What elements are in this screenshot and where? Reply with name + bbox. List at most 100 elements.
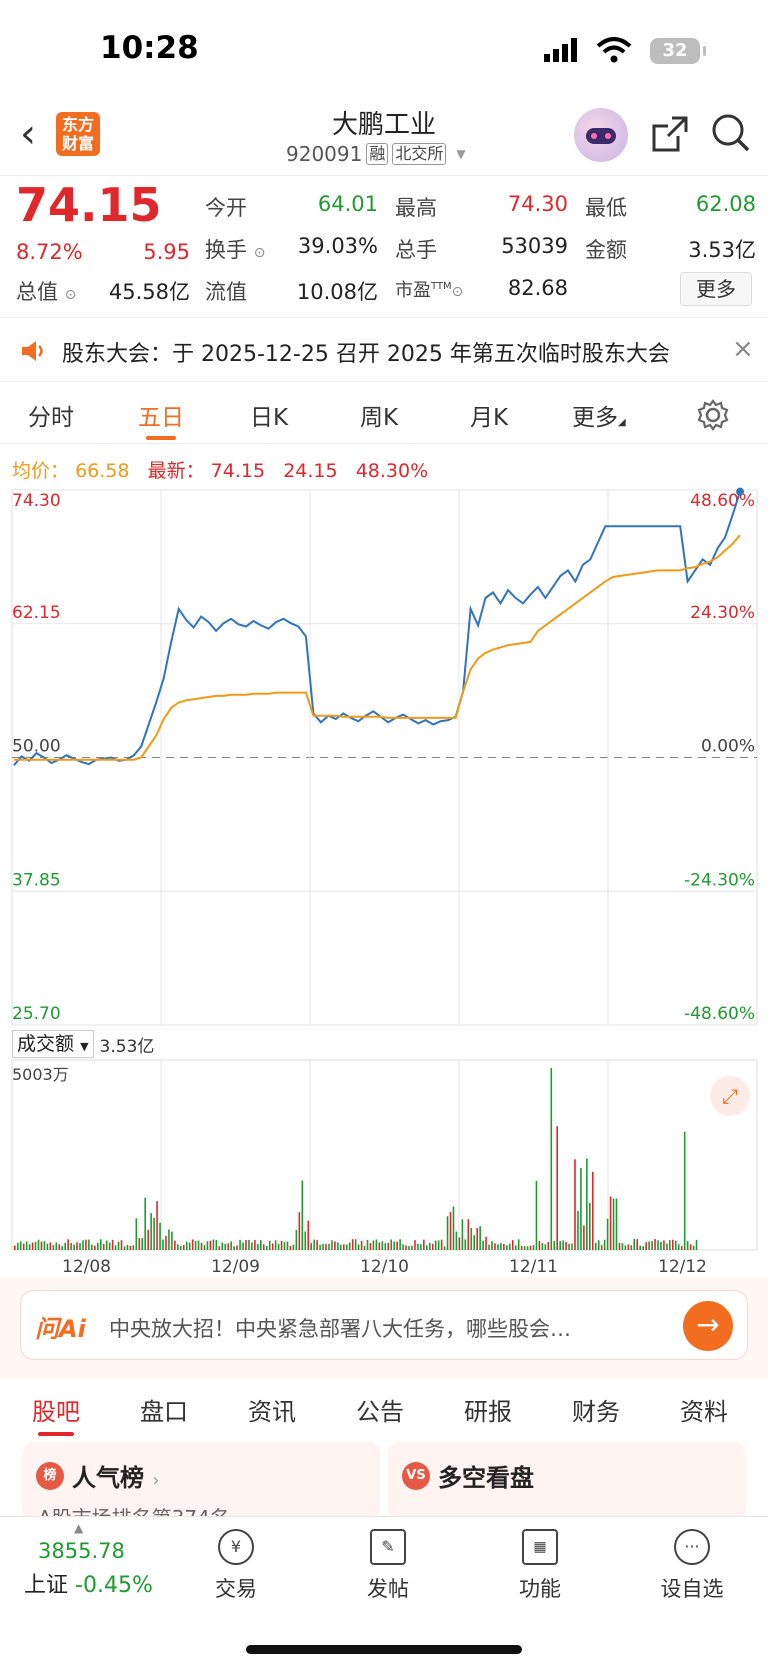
volume-bar bbox=[462, 1219, 464, 1250]
index-value[interactable]: 3855.78 bbox=[38, 1539, 125, 1563]
volume-bar bbox=[465, 1239, 467, 1250]
popularity-card[interactable]: 榜 人气榜 › A股市场排名第374名 bbox=[22, 1442, 380, 1520]
chart-tabs: 分时 五日 日K 周K 月K 更多◢ bbox=[0, 384, 768, 444]
ai-prompt-text: 中央放大招！中央紧急部署八大任务，哪些股会… bbox=[109, 1313, 571, 1343]
volume-bar bbox=[79, 1243, 81, 1250]
tab-daily-k[interactable]: 日K bbox=[250, 398, 288, 432]
tab-research[interactable]: 研报 bbox=[464, 1392, 512, 1427]
volume-bar bbox=[580, 1168, 582, 1250]
notice-bar[interactable]: 股东大会：于 2025-12-25 召开 2025 年第五次临时股东大会 × bbox=[0, 320, 768, 382]
five-day-chart[interactable]: 74.30 48.60%62.15 24.30%50.00 0.00%37.85 -24… bbox=[0, 485, 768, 1030]
volume-bar bbox=[204, 1245, 206, 1250]
x-axis-label: 12/10 bbox=[360, 1257, 409, 1277]
tab-weekly-k[interactable]: 周K bbox=[360, 398, 398, 432]
volume-bar bbox=[633, 1239, 635, 1250]
tab-monthly-k[interactable]: 月K bbox=[470, 398, 508, 432]
tab-profile[interactable]: 资料 bbox=[680, 1392, 728, 1427]
volume-bar bbox=[470, 1228, 472, 1250]
volume-bar bbox=[313, 1240, 315, 1250]
y-axis-label-right: 0.00% bbox=[701, 737, 755, 757]
caret-up-icon[interactable]: ▲ bbox=[74, 1521, 83, 1535]
volume-bar bbox=[367, 1240, 369, 1250]
long-short-card[interactable]: VS 多空看盘 bbox=[388, 1442, 746, 1520]
volume-bar bbox=[210, 1241, 212, 1250]
x-axis-label: 12/09 bbox=[211, 1257, 260, 1277]
volume-bar bbox=[156, 1201, 158, 1250]
volume-bar bbox=[601, 1245, 603, 1250]
volume-bar bbox=[509, 1244, 511, 1250]
tab-news[interactable]: 资讯 bbox=[248, 1392, 296, 1427]
volume-bar bbox=[44, 1241, 46, 1250]
volume-bar bbox=[592, 1172, 594, 1250]
clock: 10:28 bbox=[100, 30, 199, 66]
volume-bar bbox=[610, 1197, 612, 1250]
ai-section: 问Ai 中央放大招！中央紧急部署八大任务，哪些股会… → bbox=[0, 1278, 768, 1378]
quote-panel: 74.15 8.72% 5.95 今开 64.01 最高 74.30 最低 62… bbox=[0, 178, 768, 318]
volume-bar bbox=[251, 1243, 253, 1250]
volume-bar bbox=[408, 1246, 410, 1250]
volume-bar bbox=[473, 1235, 475, 1250]
volume-bar bbox=[53, 1245, 55, 1250]
tab-forum[interactable]: 股吧 bbox=[32, 1392, 80, 1427]
tab-orderbook[interactable]: 盘口 bbox=[140, 1392, 188, 1427]
volume-bar bbox=[221, 1243, 223, 1250]
volume-bar bbox=[687, 1241, 689, 1250]
nav-functions[interactable]: ▦ 功能 bbox=[490, 1529, 590, 1603]
volume-bar bbox=[447, 1216, 449, 1250]
float-label: 流值 bbox=[205, 276, 247, 306]
more-quote-button[interactable]: 更多 bbox=[680, 272, 752, 306]
volume-bar bbox=[497, 1244, 499, 1250]
latest-label: 最新： bbox=[148, 460, 205, 482]
volume-bar bbox=[343, 1244, 345, 1250]
volume-bar bbox=[325, 1244, 327, 1250]
tab-financials[interactable]: 财务 bbox=[572, 1392, 620, 1427]
margin-tag: 融 bbox=[366, 143, 388, 165]
volume-bar bbox=[64, 1243, 66, 1250]
tab-announcements[interactable]: 公告 bbox=[356, 1392, 404, 1427]
nav-add-watchlist[interactable]: ··· 设自选 bbox=[642, 1529, 742, 1603]
tab-intraday[interactable]: 分时 bbox=[28, 398, 74, 432]
tab-more[interactable]: 更多◢ bbox=[572, 398, 626, 432]
high-value: 74.30 bbox=[480, 192, 568, 216]
search-icon[interactable] bbox=[710, 112, 752, 154]
index-line[interactable]: 上证 -0.45% bbox=[24, 1567, 153, 1599]
stock-code: 920091 bbox=[286, 142, 362, 166]
volume-bar bbox=[260, 1240, 262, 1250]
volume-bar bbox=[387, 1243, 389, 1250]
volume-bar bbox=[376, 1240, 378, 1250]
volume-bar bbox=[622, 1243, 624, 1250]
volume-value: 53039 bbox=[480, 234, 568, 258]
volume-bar bbox=[539, 1241, 541, 1250]
volume-bar bbox=[130, 1246, 132, 1250]
volume-bar bbox=[399, 1239, 401, 1250]
volume-bar bbox=[562, 1240, 564, 1250]
volume-bar bbox=[515, 1245, 517, 1250]
nav-trade[interactable]: ¥ 交易 bbox=[186, 1529, 286, 1603]
volume-type-select[interactable]: 成交额 ▼ bbox=[12, 1030, 94, 1058]
wifi-icon bbox=[596, 36, 632, 64]
volume-chart[interactable]: 5003万 12/08 12/09 12/10 12/11 12/12 bbox=[0, 1058, 768, 1278]
volume-bar bbox=[26, 1242, 28, 1250]
volume-bar bbox=[41, 1242, 43, 1250]
close-icon[interactable]: × bbox=[732, 334, 754, 364]
volume-bar bbox=[663, 1240, 665, 1250]
tab-five-day[interactable]: 五日 bbox=[138, 398, 184, 432]
volume-bar bbox=[385, 1243, 387, 1250]
volume-bar bbox=[302, 1180, 304, 1250]
settings-gear-icon[interactable] bbox=[696, 398, 730, 432]
volume-bar bbox=[150, 1213, 152, 1250]
volume-bar bbox=[423, 1240, 425, 1250]
volume-bar bbox=[296, 1230, 298, 1250]
assistant-avatar-icon[interactable] bbox=[574, 108, 628, 162]
volume-bar bbox=[645, 1242, 647, 1250]
volume-bar bbox=[233, 1246, 235, 1250]
nav-post[interactable]: ✎ 发帖 bbox=[338, 1529, 438, 1603]
stock-code-row[interactable]: 920091 融 北交所 ▼ bbox=[286, 142, 466, 166]
expand-icon[interactable]: ⤢ bbox=[710, 1076, 750, 1116]
volume-bar bbox=[340, 1245, 342, 1250]
ai-search-box[interactable]: 问Ai 中央放大招！中央紧急部署八大任务，哪些股会… → bbox=[20, 1290, 748, 1360]
arrow-right-icon[interactable]: → bbox=[683, 1301, 733, 1351]
share-icon[interactable] bbox=[650, 114, 690, 154]
volume-bar bbox=[550, 1068, 552, 1250]
volume-axis-label: 5003万 bbox=[12, 1065, 69, 1084]
